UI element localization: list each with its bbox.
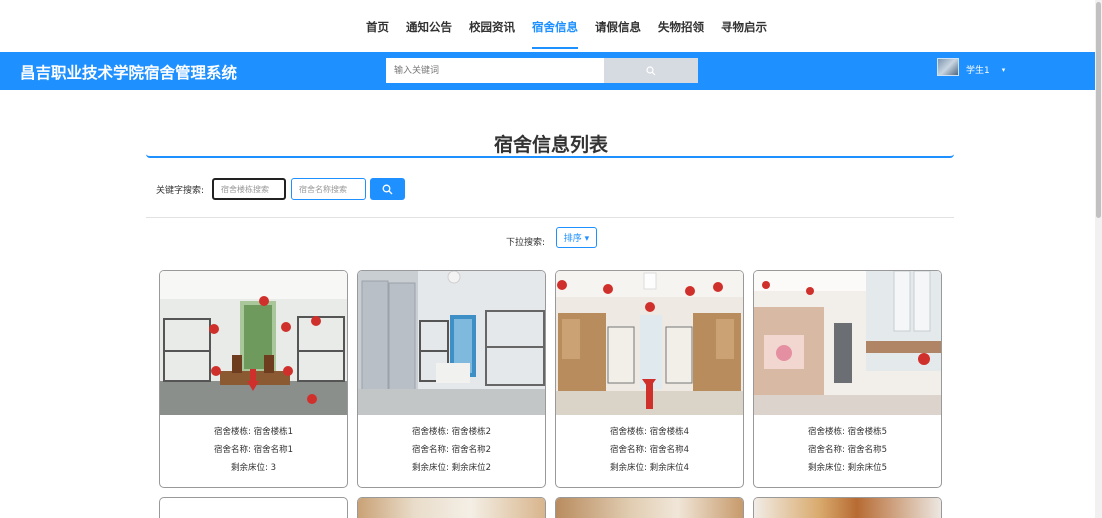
dorm-card[interactable] — [753, 497, 942, 518]
top-nav: 首页 通知公告 校园资讯 宿舍信息 请假信息 失物招领 寻物启示 — [0, 0, 1102, 52]
nav-item-notices[interactable]: 通知公告 — [406, 19, 452, 49]
nav-menu: 首页 通知公告 校园资讯 宿舍信息 请假信息 失物招领 寻物启示 — [366, 19, 784, 49]
dorm-card-info: 宿舍楼栋: 宿舍楼栋2 宿舍名称: 宿舍名称2 剩余床位: 剩余床位2 — [358, 423, 545, 477]
dorm-card[interactable] — [555, 497, 744, 518]
dorm-remaining-beds: 剩余床位: 3 — [231, 463, 276, 473]
page-scrollbar[interactable] — [1095, 0, 1102, 518]
dorm-building: 宿舍楼栋: 宿舍楼栋2 — [412, 427, 491, 437]
building-search-input[interactable] — [212, 178, 286, 200]
dorm-photo[interactable] — [358, 271, 545, 415]
dorm-photo[interactable] — [358, 498, 545, 518]
dorm-name: 宿舍名称: 宿舍名称5 — [808, 445, 887, 455]
dorm-card[interactable] — [357, 497, 546, 518]
nav-item-home[interactable]: 首页 — [366, 19, 389, 49]
dorm-photo[interactable] — [754, 498, 941, 518]
dorm-remaining-beds: 剩余床位: 剩余床位4 — [610, 463, 689, 473]
search-icon — [382, 184, 393, 194]
search-icon — [646, 65, 656, 75]
dorm-photo[interactable] — [556, 498, 743, 518]
dorm-name: 宿舍名称: 宿舍名称1 — [214, 445, 293, 455]
nav-item-lost-found[interactable]: 失物招领 — [658, 19, 704, 49]
title-underline — [146, 154, 954, 158]
dorm-remaining-beds: 剩余床位: 剩余床位2 — [412, 463, 491, 473]
dorm-card[interactable] — [159, 497, 348, 518]
dorm-card-info: 宿舍楼栋: 宿舍楼栋1 宿舍名称: 宿舍名称1 剩余床位: 3 — [160, 423, 347, 477]
nav-item-dorm-info[interactable]: 宿舍信息 — [532, 19, 578, 49]
dorm-name: 宿舍名称: 宿舍名称4 — [610, 445, 689, 455]
dorm-card[interactable]: 宿舍楼栋: 宿舍楼栋2 宿舍名称: 宿舍名称2 剩余床位: 剩余床位2 — [357, 270, 546, 488]
dorm-card[interactable]: 宿舍楼栋: 宿舍楼栋1 宿舍名称: 宿舍名称1 剩余床位: 3 — [159, 270, 348, 488]
dorm-name: 宿舍名称: 宿舍名称2 — [412, 445, 491, 455]
dorm-name-search-input[interactable] — [291, 178, 366, 200]
dorm-photo[interactable] — [556, 271, 743, 415]
username[interactable]: 学生1 — [966, 63, 990, 76]
avatar[interactable] — [937, 57, 959, 76]
header-search-input[interactable] — [386, 58, 604, 83]
header-bar: 昌吉职业技术学院宿舍管理系统 学生1 ▾ — [0, 52, 1102, 90]
dropdown-search-label: 下拉搜索: — [506, 238, 546, 248]
dorm-card-info: 宿舍楼栋: 宿舍楼栋5 宿舍名称: 宿舍名称5 剩余床位: 剩余床位5 — [754, 423, 941, 477]
section-divider — [146, 217, 954, 218]
dorm-card[interactable]: 宿舍楼栋: 宿舍楼栋5 宿舍名称: 宿舍名称5 剩余床位: 剩余床位5 — [753, 270, 942, 488]
dorm-remaining-beds: 剩余床位: 剩余床位5 — [808, 463, 887, 473]
nav-item-seek-items[interactable]: 寻物启示 — [721, 19, 767, 49]
sort-dropdown-button[interactable]: 排序 ▾ — [556, 227, 597, 248]
chevron-down-icon[interactable]: ▾ — [1002, 66, 1006, 74]
dorm-photo[interactable] — [754, 271, 941, 415]
dorm-building: 宿舍楼栋: 宿舍楼栋5 — [808, 427, 887, 437]
page-title: 宿舍信息列表 — [493, 134, 608, 156]
nav-item-campus-news[interactable]: 校园资讯 — [469, 19, 515, 49]
site-title: 昌吉职业技术学院宿舍管理系统 — [20, 64, 238, 82]
keyword-search-button[interactable] — [370, 178, 405, 200]
dorm-card-info: 宿舍楼栋: 宿舍楼栋4 宿舍名称: 宿舍名称4 剩余床位: 剩余床位4 — [556, 423, 743, 477]
dorm-building: 宿舍楼栋: 宿舍楼栋4 — [610, 427, 689, 437]
user-menu[interactable]: 学生1 ▾ — [937, 57, 1005, 76]
dorm-card[interactable]: 宿舍楼栋: 宿舍楼栋4 宿舍名称: 宿舍名称4 剩余床位: 剩余床位4 — [555, 270, 744, 488]
scrollbar-thumb[interactable] — [1096, 2, 1101, 218]
dorm-building: 宿舍楼栋: 宿舍楼栋1 — [214, 427, 293, 437]
header-search-button[interactable] — [604, 58, 698, 83]
keyword-search-label: 关键字搜索: — [156, 186, 205, 196]
dorm-photo[interactable] — [160, 271, 347, 415]
nav-item-leave-info[interactable]: 请假信息 — [595, 19, 641, 49]
